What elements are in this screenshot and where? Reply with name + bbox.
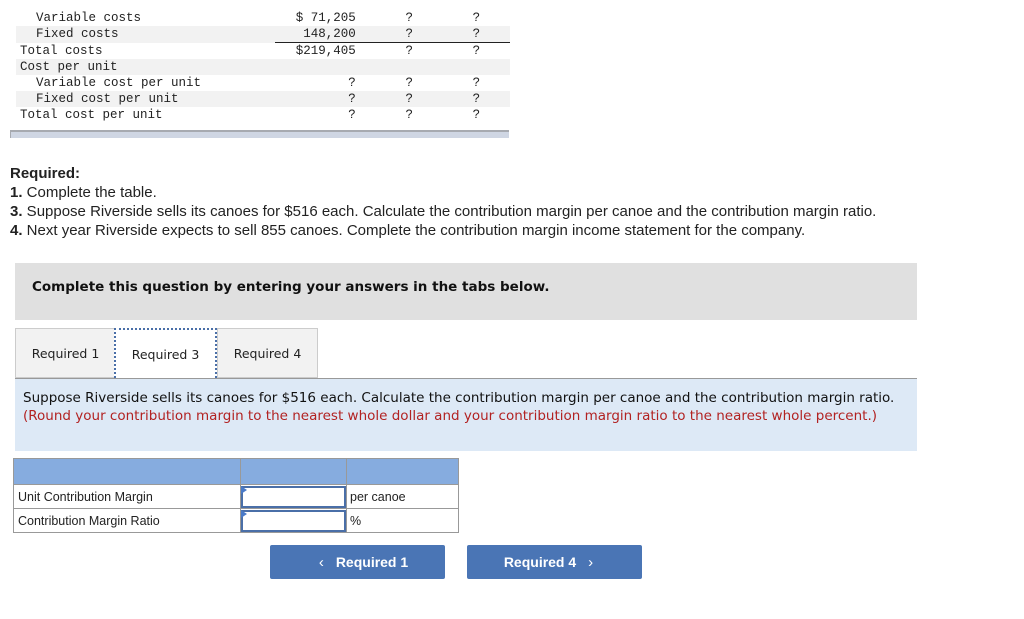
- col1-value: ?: [348, 108, 356, 122]
- col3-value: ?: [472, 76, 481, 90]
- col2-value: [375, 59, 443, 75]
- required-heading: Required:: [10, 165, 81, 182]
- input-flag-icon: [241, 486, 247, 494]
- chevron-right-icon: ›: [588, 553, 594, 571]
- row-label: Contribution Margin Ratio: [13, 508, 241, 533]
- col1-value: ?: [275, 91, 376, 107]
- cost-table-row: Fixed cost per unit???: [16, 91, 510, 107]
- contribution-margin-ratio-input[interactable]: [241, 509, 346, 532]
- question-panel: Suppose Riverside sells its canoes for $…: [15, 379, 917, 451]
- instruction-banner: Complete this question by entering your …: [15, 263, 917, 320]
- col2-value: ?: [405, 11, 414, 25]
- input-flag-icon: [241, 510, 247, 518]
- col2-value: ?: [405, 76, 414, 90]
- row-label: Fixed costs: [16, 26, 276, 43]
- required-item-3: 3. Suppose Riverside sells its canoes fo…: [10, 203, 877, 220]
- tab-required-3[interactable]: Required 3: [114, 328, 217, 378]
- col2-value: ?: [405, 108, 414, 122]
- col3-value: ?: [472, 44, 481, 58]
- row-label: Total cost per unit: [20, 108, 163, 122]
- next-required-4-button[interactable]: Required 4 ›: [467, 545, 642, 579]
- row-label: Cost per unit: [16, 59, 276, 75]
- col1-value: ?: [348, 76, 356, 90]
- cost-table-row: Variable costs $ 71,205??: [16, 10, 510, 26]
- answer-table-header: [13, 458, 459, 485]
- answer-table: Unit Contribution Margin per canoe Contr…: [13, 458, 459, 533]
- prev-required-1-button[interactable]: ‹ Required 1: [270, 545, 445, 579]
- row-unit: per canoe: [346, 484, 459, 509]
- col3-value: [442, 59, 510, 75]
- required-section: Required: 1. Complete the table. 3. Supp…: [10, 164, 876, 240]
- col1-value: $ 71,205: [295, 11, 356, 25]
- cost-table-row: Fixed costs 148,200??: [16, 26, 510, 43]
- cost-table-row: Cost per unit: [16, 59, 510, 75]
- row-label: Unit Contribution Margin: [13, 484, 241, 509]
- col3-value: ?: [442, 26, 510, 43]
- col1-value: 148,200: [275, 26, 376, 43]
- cost-table: Variable costs $ 71,205?? Fixed costs 148,2…: [16, 10, 510, 123]
- horizontal-scrollbar[interactable]: [10, 130, 509, 138]
- row-unit: %: [346, 508, 459, 533]
- col2-value: ?: [375, 26, 443, 43]
- required-item-4: 4. Next year Riverside expects to sell 8…: [10, 222, 806, 239]
- unit-contribution-margin-input[interactable]: [241, 485, 346, 508]
- row-label: Variable cost per unit: [36, 76, 202, 90]
- col3-value: ?: [442, 91, 510, 107]
- row-label: Total costs: [20, 43, 103, 58]
- cost-table-row: Variable cost per unit???: [16, 75, 510, 91]
- tab-required-1[interactable]: Required 1: [15, 328, 116, 378]
- col2-value: ?: [405, 44, 414, 58]
- question-text: Suppose Riverside sells its canoes for $…: [23, 390, 895, 406]
- row-label: Variable costs: [36, 11, 142, 25]
- cost-table-row: Total cost per unit???: [16, 107, 510, 123]
- instruction-text: Complete this question by entering your …: [32, 279, 550, 295]
- required-item-1: 1. Complete the table.: [10, 184, 157, 201]
- col1-value: [275, 59, 376, 75]
- col3-value: ?: [472, 11, 481, 25]
- row-label: Fixed cost per unit: [16, 91, 276, 107]
- col3-value: ?: [472, 108, 481, 122]
- rounding-note: (Round your contribution margin to the n…: [23, 407, 878, 424]
- tab-required-4[interactable]: Required 4: [217, 328, 318, 378]
- table-row: Unit Contribution Margin per canoe: [13, 484, 459, 509]
- col2-value: ?: [375, 91, 443, 107]
- table-row: Contribution Margin Ratio %: [13, 508, 459, 533]
- cost-table-row: Total costs $219,405??: [16, 43, 510, 60]
- chevron-left-icon: ‹: [318, 553, 324, 571]
- col1-value: $219,405: [295, 44, 356, 58]
